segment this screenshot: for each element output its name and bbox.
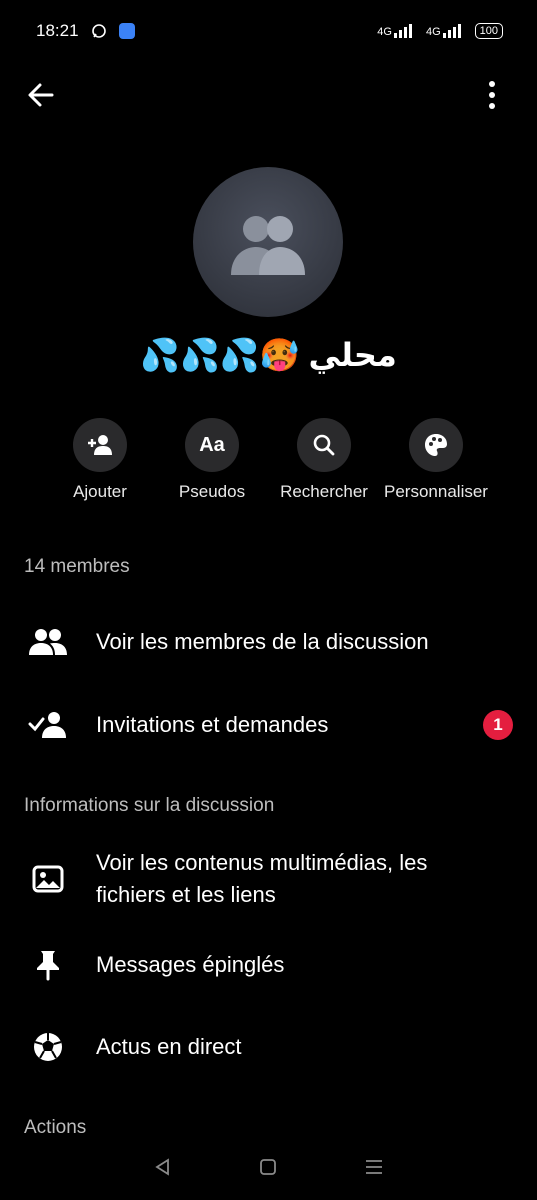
battery-icon: 100	[474, 23, 503, 39]
add-button[interactable]: Ajouter	[45, 418, 155, 502]
nav-home-icon[interactable]	[258, 1157, 278, 1177]
text-aa-icon: Aa	[185, 418, 239, 472]
signal-icon-2: 4G	[426, 24, 461, 38]
group-name: محلي 🥵💦💦💦	[140, 337, 397, 373]
clock: 18:21	[36, 21, 79, 40]
group-avatar[interactable]	[193, 167, 343, 317]
pinned-messages-row[interactable]: Messages épinglés	[0, 943, 537, 987]
person-check-icon	[24, 710, 72, 740]
palette-icon	[409, 418, 463, 472]
top-bar	[0, 70, 537, 120]
image-icon	[24, 865, 72, 893]
info-section-title: Informations sur la discussion	[24, 795, 275, 816]
nav-back-icon[interactable]	[153, 1157, 173, 1177]
system-nav-bar	[0, 1134, 537, 1200]
people-icon	[24, 627, 72, 657]
soccer-ball-icon	[24, 1031, 72, 1063]
nicknames-button[interactable]: Aa Pseudos	[157, 418, 267, 502]
members-count: 14 membres	[24, 556, 130, 577]
see-members-row[interactable]: Voir les membres de la discussion	[0, 620, 537, 664]
invitations-row[interactable]: Invitations et demandes 1	[0, 703, 537, 747]
pin-icon	[24, 949, 72, 981]
nav-recents-icon[interactable]	[364, 1157, 384, 1177]
avatar-placeholder-icon	[231, 216, 305, 275]
live-news-row[interactable]: Actus en direct	[0, 1025, 537, 1069]
back-arrow-icon[interactable]	[24, 78, 58, 112]
quick-actions: Ajouter Aa Pseudos Rechercher Personnali…	[0, 418, 537, 508]
notification-badge: 1	[483, 710, 513, 740]
app-notification-icon	[118, 23, 135, 39]
media-files-links-row[interactable]: Voir les contenus multimédias, les fichi…	[0, 847, 537, 911]
search-button[interactable]: Rechercher	[269, 418, 379, 502]
search-icon	[297, 418, 351, 472]
status-bar: 18:21 4G 4G 100	[0, 0, 537, 62]
customize-button[interactable]: Personnaliser	[381, 418, 491, 502]
chat-bubble-icon	[91, 24, 106, 38]
more-options-icon[interactable]	[485, 78, 499, 112]
add-person-icon	[73, 418, 127, 472]
signal-icon: 4G	[377, 24, 412, 38]
